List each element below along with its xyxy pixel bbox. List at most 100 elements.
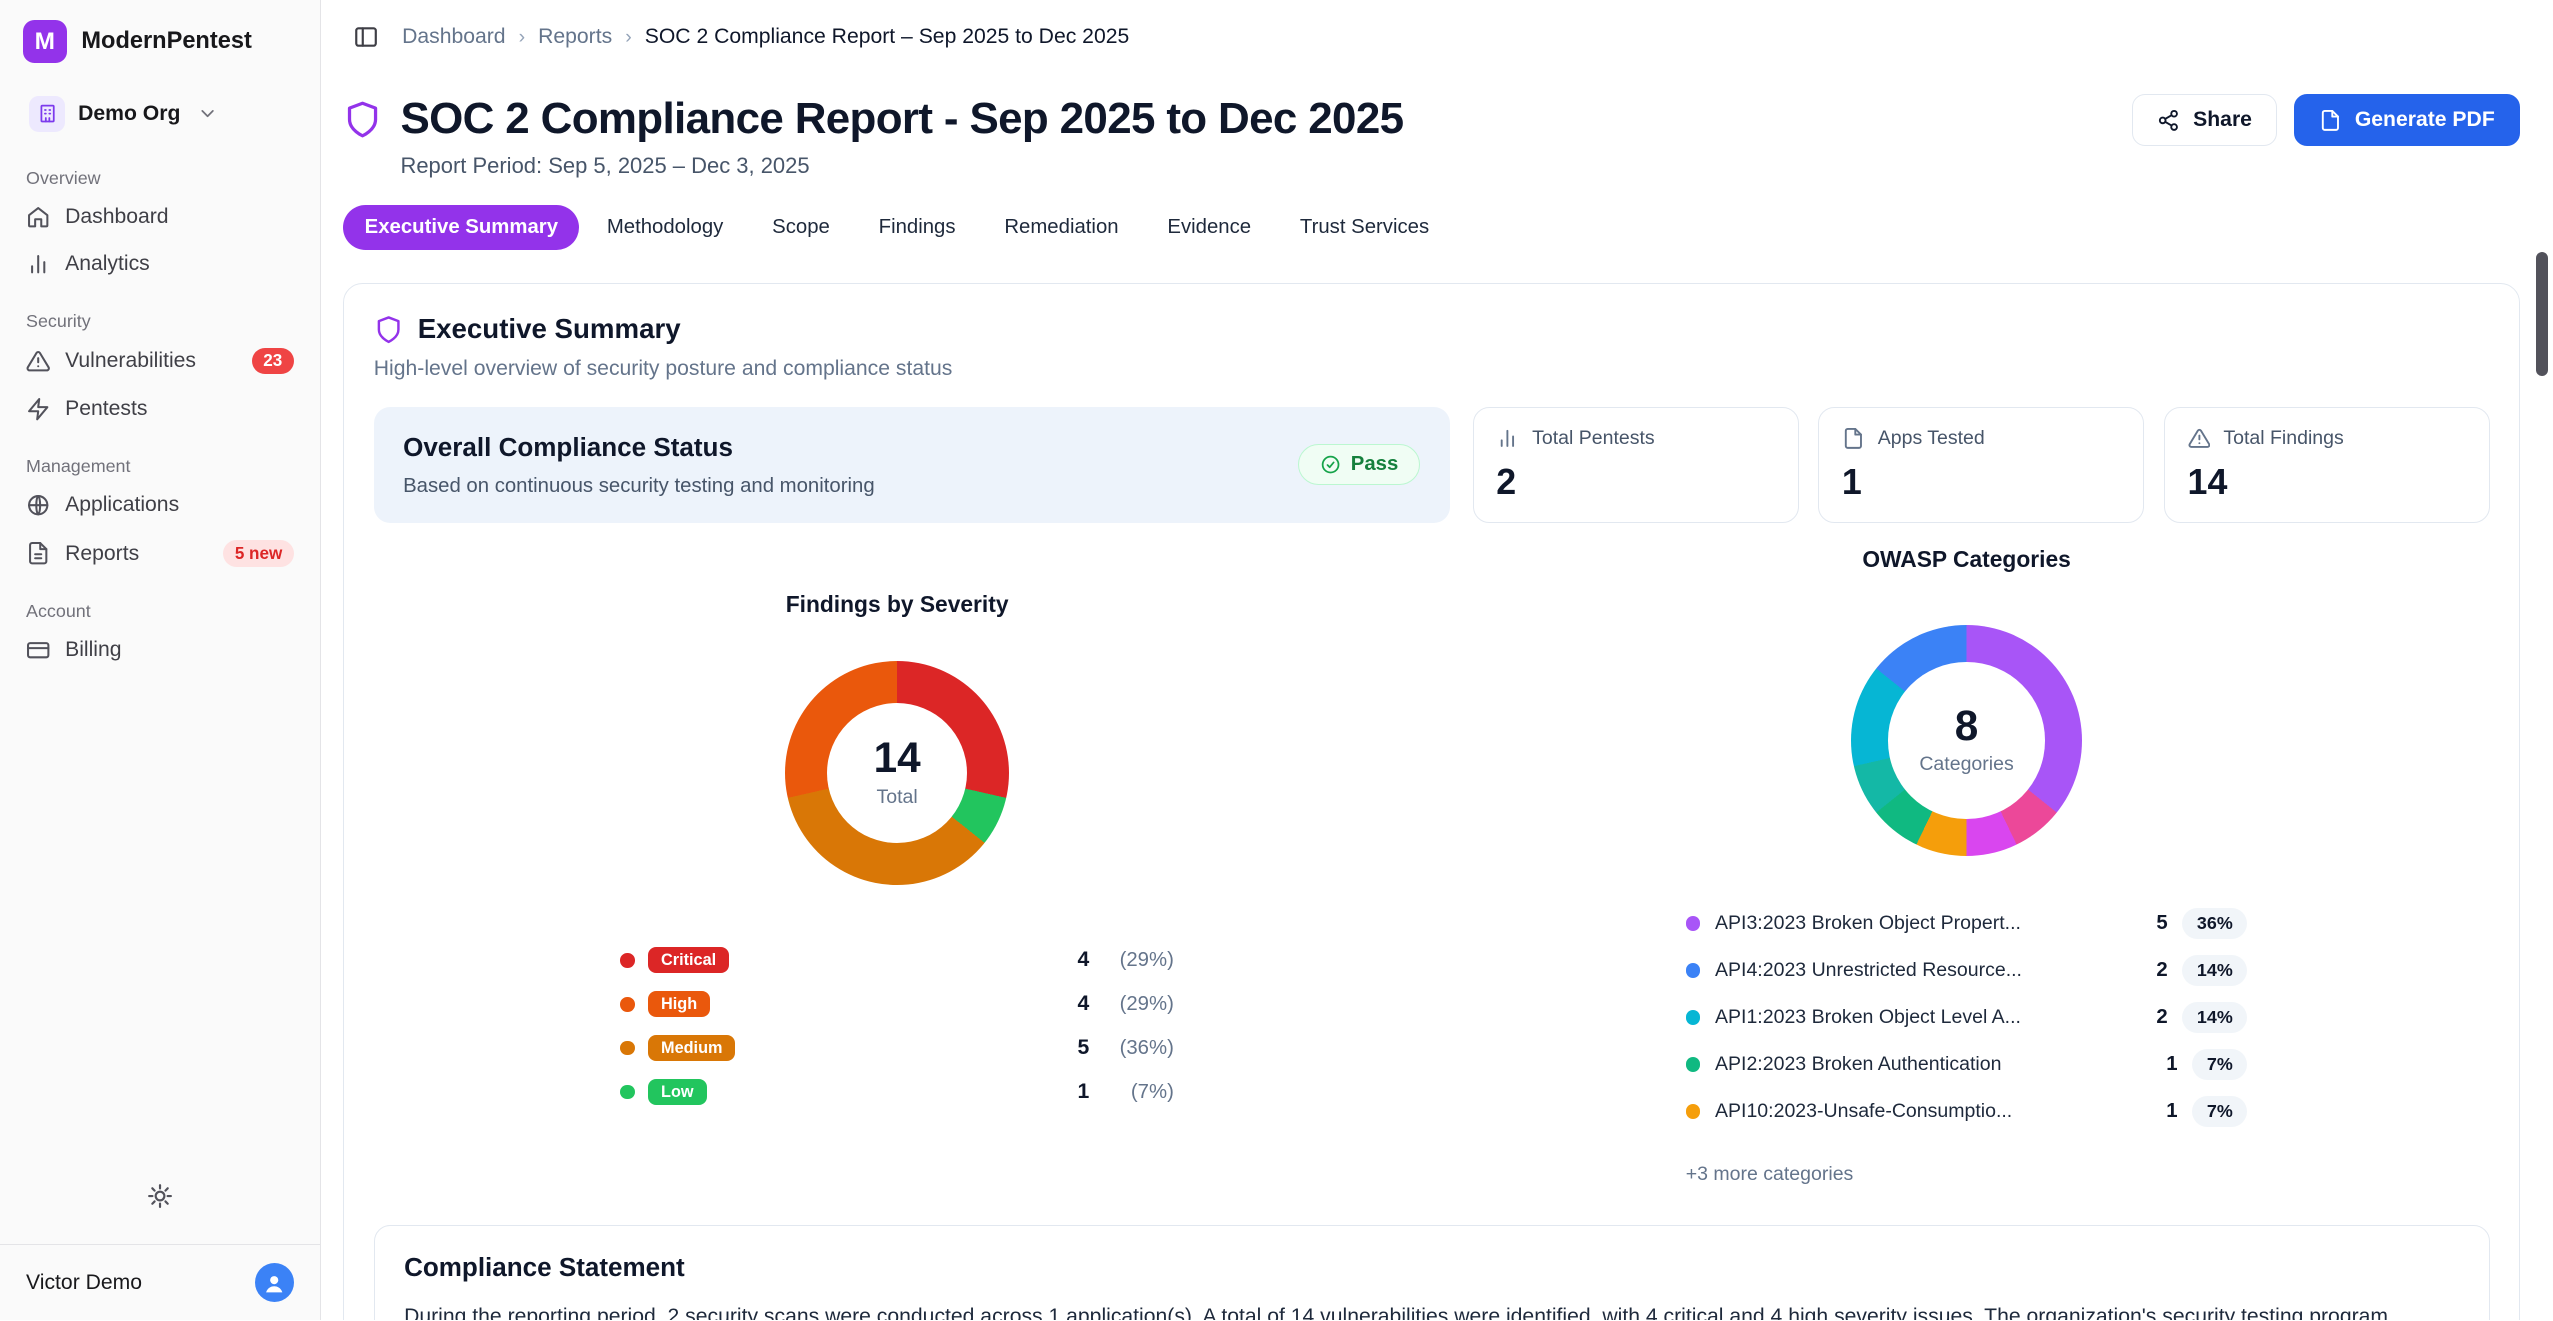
sidebar-item-applications[interactable]: Applications — [13, 483, 307, 527]
executive-summary-panel: Executive Summary High-level overview of… — [343, 283, 2520, 1320]
share-button[interactable]: Share — [2132, 94, 2277, 146]
tab-scope[interactable]: Scope — [751, 205, 851, 251]
sidebar-item-label: Dashboard — [65, 205, 169, 229]
stat-total-findings: Total Findings 14 — [2164, 407, 2490, 523]
scrollbar-thumb[interactable] — [2536, 252, 2547, 376]
brand-light: Modern — [81, 28, 166, 54]
legend-count: 1 — [2166, 1100, 2177, 1123]
tab-findings[interactable]: Findings — [857, 205, 976, 251]
legend-dot — [1686, 1057, 1701, 1072]
breadcrumb-current: SOC 2 Compliance Report – Sep 2025 to De… — [645, 25, 1130, 49]
tab-evidence[interactable]: Evidence — [1146, 205, 1272, 251]
reports-new-badge: 5 new — [223, 540, 293, 567]
charts-row: Findings by Severity 14 Total Critical — [374, 546, 2490, 1186]
legend-percent-pill: 36% — [2182, 908, 2247, 939]
brand-bold: Pentest — [167, 28, 252, 54]
theme-toggle-button[interactable] — [140, 1177, 179, 1222]
breadcrumb-dashboard[interactable]: Dashboard — [402, 25, 506, 49]
legend-label: API4:2023 Unrestricted Resource... — [1715, 959, 2022, 982]
user-icon — [262, 1271, 286, 1295]
org-avatar — [29, 96, 65, 132]
sidebar-section-overview: Overview — [0, 145, 320, 194]
breadcrumb-reports[interactable]: Reports — [538, 25, 612, 49]
legend-row-api1: API1:2023 Broken Object Level A... 2 14% — [1686, 1002, 2248, 1033]
scroll-area[interactable]: Executive Summary High-level overview of… — [321, 250, 2553, 1320]
tab-methodology[interactable]: Methodology — [586, 205, 745, 251]
compliance-status-text: Overall Compliance Status Based on conti… — [403, 432, 875, 497]
sidebar-item-label: Analytics — [65, 252, 150, 276]
sidebar-item-reports[interactable]: Reports 5 new — [13, 530, 307, 576]
alert-triangle-icon — [26, 349, 50, 373]
legend-percent-pill: 7% — [2192, 1096, 2247, 1127]
section-subtitle: High-level overview of security posture … — [374, 357, 2490, 381]
compliance-status-title: Overall Compliance Status — [403, 432, 875, 463]
owasp-donut-chart: 8 Categories — [1851, 625, 2082, 856]
status-row: Overall Compliance Status Based on conti… — [374, 407, 2490, 523]
title-block: SOC 2 Compliance Report - Sep 2025 to De… — [343, 94, 1403, 178]
section-title: Executive Summary — [418, 313, 681, 345]
breadcrumb: Dashboard › Reports › SOC 2 Compliance R… — [402, 25, 1129, 49]
sidebar-item-dashboard[interactable]: Dashboard — [13, 195, 307, 239]
compliance-statement-title: Compliance Statement — [404, 1252, 2459, 1283]
generate-pdf-label: Generate PDF — [2355, 108, 2495, 132]
sidebar-item-billing[interactable]: Billing — [13, 628, 307, 672]
severity-chart-block: Findings by Severity 14 Total Critical — [374, 546, 1421, 1105]
sidebar: M ModernPentest Demo Org Overview Dashbo… — [0, 0, 321, 1320]
bar-chart-icon — [1496, 427, 1519, 450]
more-categories-link[interactable]: +3 more categories — [1686, 1163, 1854, 1186]
severity-chip: Low — [648, 1079, 707, 1105]
sidebar-item-pentests[interactable]: Pentests — [13, 387, 307, 431]
credit-card-icon — [26, 638, 50, 662]
legend-dot — [620, 953, 635, 968]
alert-triangle-icon — [2188, 427, 2211, 450]
legend-count: 5 — [1077, 1036, 1089, 1060]
sidebar-item-label: Vulnerabilities — [65, 349, 196, 373]
legend-row-medium: Medium 5 (36%) — [620, 1035, 1174, 1061]
tab-executive-summary[interactable]: Executive Summary — [343, 205, 579, 251]
chart-title: OWASP Categories — [1862, 546, 2070, 573]
sidebar-item-label: Reports — [65, 542, 139, 566]
legend-dot — [1686, 1010, 1701, 1025]
legend-percent: (36%) — [1102, 1037, 1174, 1060]
legend-percent: (7%) — [1102, 1081, 1174, 1104]
compliance-status-subtitle: Based on continuous security testing and… — [403, 475, 875, 498]
shield-icon — [343, 100, 382, 139]
brand: M ModernPentest — [0, 0, 320, 77]
sidebar-item-analytics[interactable]: Analytics — [13, 242, 307, 286]
user-menu[interactable]: Victor Demo — [0, 1244, 320, 1320]
chart-title: Findings by Severity — [786, 591, 1009, 618]
stat-label: Total Findings — [2223, 427, 2343, 450]
sun-icon — [147, 1183, 173, 1209]
legend-percent-pill: 7% — [2192, 1049, 2247, 1080]
topbar: Dashboard › Reports › SOC 2 Compliance R… — [321, 0, 2553, 75]
legend-label: API3:2023 Broken Object Propert... — [1715, 912, 2021, 935]
compliance-status-card: Overall Compliance Status Based on conti… — [374, 407, 1450, 523]
tab-remediation[interactable]: Remediation — [983, 205, 1140, 251]
sidebar-section-management: Management — [0, 433, 320, 482]
legend-label: API10:2023-Unsafe-Consumptio... — [1715, 1100, 2012, 1123]
severity-legend: Critical 4 (29%) High 4 (29%) — [620, 947, 1174, 1105]
org-selector[interactable]: Demo Org — [16, 86, 303, 141]
legend-row-api2: API2:2023 Broken Authentication 1 7% — [1686, 1049, 2248, 1080]
header-actions: Share Generate PDF — [2132, 94, 2520, 146]
stat-value: 1 — [1842, 462, 2121, 503]
shield-icon — [374, 315, 403, 344]
sidebar-toggle-button[interactable] — [350, 21, 383, 54]
sidebar-section-security: Security — [0, 288, 320, 337]
brand-name: ModernPentest — [81, 28, 251, 55]
legend-count: 1 — [1077, 1080, 1089, 1104]
avatar — [255, 1263, 294, 1302]
sidebar-spacer — [0, 674, 320, 1177]
bar-chart-icon — [26, 252, 50, 276]
stat-cards: Total Pentests 2 Apps Tested 1 — [1473, 407, 2490, 523]
sidebar-item-vulnerabilities[interactable]: Vulnerabilities 23 — [13, 338, 307, 384]
generate-pdf-button[interactable]: Generate PDF — [2294, 94, 2521, 146]
page-title: SOC 2 Compliance Report - Sep 2025 to De… — [400, 94, 1403, 144]
tab-trust-services[interactable]: Trust Services — [1279, 205, 1451, 251]
legend-count: 4 — [1077, 948, 1089, 972]
page-header: SOC 2 Compliance Report - Sep 2025 to De… — [321, 75, 2553, 179]
legend-row-api3: API3:2023 Broken Object Propert... 5 36% — [1686, 908, 2248, 939]
donut-center-value: 14 — [874, 737, 921, 779]
legend-count: 4 — [1077, 992, 1089, 1016]
legend-count: 2 — [2156, 1006, 2167, 1029]
